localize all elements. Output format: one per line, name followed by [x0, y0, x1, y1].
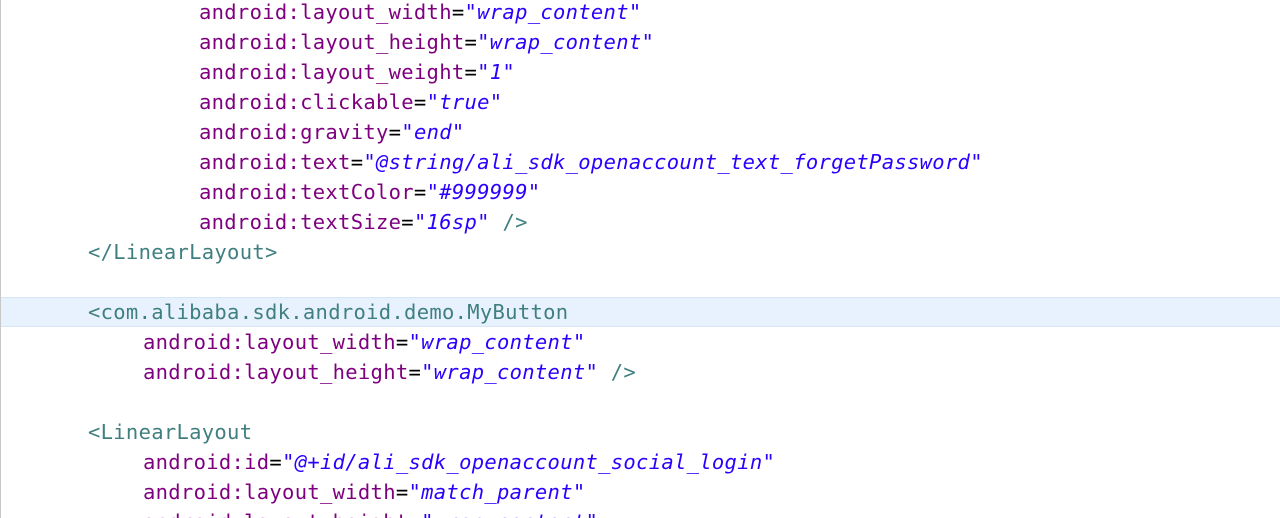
- equals-sign: =: [413, 180, 427, 204]
- equals-sign: =: [395, 330, 409, 354]
- xml-attribute-name: android:layout_width: [199, 0, 452, 24]
- code-line[interactable]: android:textSize="16sp" />: [1, 207, 1280, 237]
- code-line[interactable]: android:textColor="#999999": [1, 177, 1280, 207]
- xml-attribute-value: "end": [401, 120, 465, 144]
- xml-attribute-value: "wrap_content": [421, 360, 599, 384]
- xml-attribute-value: "match_parent": [408, 480, 586, 504]
- code-line[interactable]: </LinearLayout>: [1, 237, 1280, 267]
- xml-attribute-value: "true": [426, 90, 503, 114]
- code-line[interactable]: android:layout_width="wrap_content": [1, 327, 1280, 357]
- tag-close: />: [489, 210, 528, 234]
- xml-attribute-name: android:text: [199, 150, 351, 174]
- xml-tag: <LinearLayout: [88, 420, 253, 444]
- xml-attribute-name: android:textSize: [199, 210, 402, 234]
- xml-attribute-name: android:layout_height: [143, 360, 409, 384]
- xml-attribute-name: android:layout_height: [199, 30, 465, 54]
- equals-sign: =: [401, 210, 414, 234]
- code-line[interactable]: android:layout_height="wrap_content" />: [1, 357, 1280, 387]
- equals-sign: =: [464, 60, 478, 84]
- xml-attribute-value: "wrap_content": [477, 30, 655, 54]
- equals-sign: =: [408, 510, 421, 518]
- xml-attribute-name: android:gravity: [199, 120, 389, 144]
- equals-sign: =: [395, 480, 409, 504]
- xml-attribute-value: "wrap_content": [464, 0, 642, 24]
- equals-sign: =: [269, 450, 283, 474]
- xml-attribute-value: "wrap_content": [421, 510, 598, 518]
- xml-attribute-value: "#999999": [426, 180, 541, 204]
- xml-attribute-value: "@string/ali_sdk_openaccount_text_forget…: [363, 150, 983, 174]
- xml-attribute-value: "wrap_content": [408, 330, 586, 354]
- xml-attribute-name: android:id: [143, 450, 270, 474]
- xml-attribute-name: android:layout_height: [143, 510, 408, 518]
- current-code-line[interactable]: <com.alibaba.sdk.android.demo.MyButton: [1, 297, 1280, 327]
- code-line[interactable]: android:layout_weight="1": [1, 57, 1280, 87]
- equals-sign: =: [413, 90, 427, 114]
- xml-tag: </LinearLayout>: [88, 240, 278, 264]
- equals-sign: =: [388, 120, 402, 144]
- blank-code-line[interactable]: [1, 267, 1280, 297]
- code-line[interactable]: android:text="@string/ali_sdk_openaccoun…: [1, 147, 1280, 177]
- xml-attribute-value: "16sp": [413, 210, 490, 234]
- code-line[interactable]: android:id="@+id/ali_sdk_openaccount_soc…: [1, 447, 1280, 477]
- xml-attribute-name: android:clickable: [199, 90, 414, 114]
- xml-attribute-name: android:layout_weight: [199, 60, 465, 84]
- equals-sign: =: [451, 0, 465, 24]
- xml-attribute-name: android:textColor: [199, 180, 414, 204]
- xml-attribute-value: "@+id/ali_sdk_openaccount_social_login": [282, 450, 776, 474]
- xml-attribute-value: "1": [477, 60, 516, 84]
- code-editor[interactable]: android:layout_width="wrap_content" andro…: [0, 0, 1280, 518]
- code-line[interactable]: android:clickable="true": [1, 87, 1280, 117]
- blank-code-line[interactable]: [1, 387, 1280, 417]
- code-line[interactable]: android:layout_height="wrap_content": [1, 507, 1280, 518]
- equals-sign: =: [350, 150, 364, 174]
- tag-close: />: [598, 360, 637, 384]
- code-line[interactable]: android:layout_width="wrap_content": [1, 0, 1280, 27]
- xml-attribute-name: android:layout_width: [143, 330, 396, 354]
- code-line[interactable]: <LinearLayout: [1, 417, 1280, 447]
- xml-tag: <com.alibaba.sdk.android.demo.MyButton: [88, 300, 569, 324]
- code-line[interactable]: android:layout_width="match_parent": [1, 477, 1280, 507]
- equals-sign: =: [464, 30, 478, 54]
- xml-attribute-name: android:layout_width: [143, 480, 396, 504]
- code-line[interactable]: android:layout_height="wrap_content": [1, 27, 1280, 57]
- code-line[interactable]: android:gravity="end": [1, 117, 1280, 147]
- equals-sign: =: [408, 360, 422, 384]
